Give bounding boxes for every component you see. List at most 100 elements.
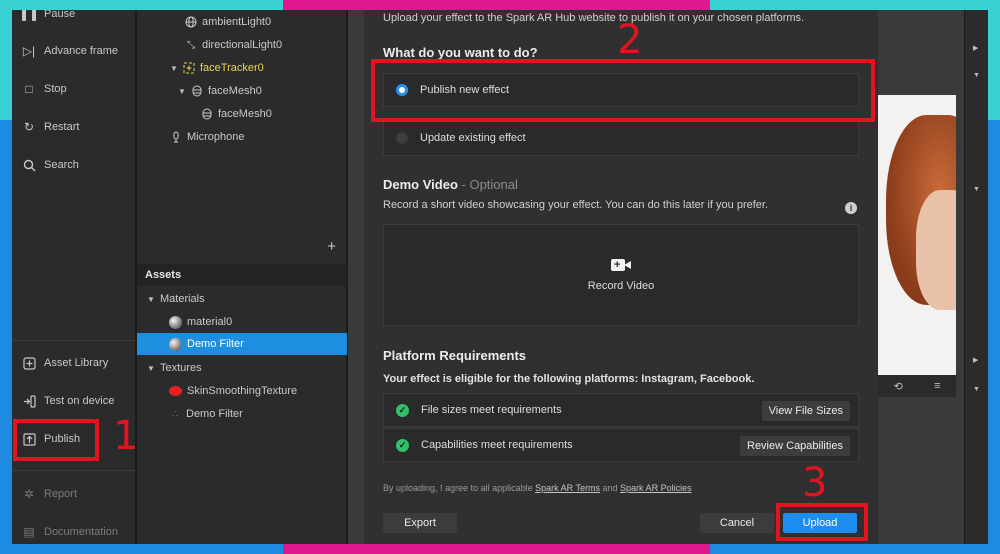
tree-item-microphone[interactable]: Microphone: [170, 128, 244, 146]
collapse-arrow-icon[interactable]: ▼: [170, 64, 178, 73]
asset-item-label: Demo Filter: [187, 338, 244, 350]
texture-thumbnail-icon: ∴: [171, 408, 179, 420]
report-button[interactable]: ✲ Report: [22, 484, 77, 504]
asset-item-label: material0: [187, 316, 233, 328]
toolbar-divider: [12, 340, 136, 341]
face-tracker-icon: [183, 62, 195, 74]
expand-arrow-icon[interactable]: ▶: [973, 356, 978, 364]
check-icon: ✓: [396, 438, 409, 452]
asset-item-label: SkinSmoothingTexture: [187, 385, 298, 397]
export-button[interactable]: Export: [383, 513, 457, 533]
frame-right-border: [988, 10, 1000, 544]
properties-panel: ▶ ▼ ▼ ▶ ▼: [964, 10, 988, 544]
asset-item-demo-filter-texture[interactable]: ∴ Demo Filter: [169, 405, 243, 423]
tree-item-label: Microphone: [187, 131, 245, 143]
highlight-box-publish: [13, 419, 99, 461]
cancel-button[interactable]: Cancel: [700, 513, 774, 533]
microphone-icon: [170, 131, 182, 143]
tree-item-label: ambientLight0: [202, 16, 272, 28]
device-icon: [22, 394, 36, 408]
tree-item-face-mesh-child[interactable]: faceMesh0: [201, 105, 272, 123]
tree-item-label: faceMesh0: [208, 85, 262, 97]
materials-group[interactable]: ▼ Materials: [147, 290, 205, 308]
review-capabilities-button[interactable]: Review Capabilities: [740, 436, 850, 456]
frame-bottom-border: [0, 544, 1000, 554]
collapse-arrow-icon[interactable]: ▼: [973, 186, 980, 193]
spark-ar-policies-link[interactable]: Spark AR Policies: [620, 483, 692, 493]
globe-icon: [185, 16, 197, 28]
restart-label: Restart: [44, 121, 80, 133]
rotate-device-icon[interactable]: ⟲: [894, 380, 903, 393]
view-file-sizes-button[interactable]: View File Sizes: [761, 401, 850, 421]
tree-item-label: faceMesh0: [218, 108, 272, 120]
asset-library-label: Asset Library: [44, 357, 109, 369]
requirement-row-capabilities: ✓ Capabilities meet requirements Review …: [383, 428, 859, 462]
menu-icon[interactable]: ≡: [934, 380, 940, 392]
materials-label: Materials: [160, 293, 205, 305]
requirement-label: Capabilities meet requirements: [421, 439, 573, 451]
search-label: Search: [44, 159, 79, 171]
collapse-arrow-icon[interactable]: ▼: [973, 386, 980, 393]
record-video-label: Record Video: [587, 280, 655, 292]
frame-top-border: [0, 0, 1000, 10]
asset-item-demo-filter-material[interactable]: Demo Filter: [169, 335, 244, 353]
highlight-box-upload: [776, 503, 868, 541]
material-sphere-icon: [169, 337, 182, 351]
preview-face: [916, 190, 956, 310]
directional-light-icon: ⤡: [187, 39, 195, 51]
search-icon: [22, 158, 36, 172]
mesh-icon: [191, 85, 203, 97]
mesh-icon: [201, 108, 213, 120]
tree-item-label: directionalLight0: [202, 39, 283, 51]
tree-item-face-mesh[interactable]: ▼ faceMesh0: [178, 82, 262, 100]
restart-button[interactable]: ↻ Restart: [22, 117, 80, 137]
terms-prefix: By uploading, I agree to all applicable: [383, 483, 533, 493]
demo-video-description: Record a short video showcasing your eff…: [383, 199, 769, 211]
collapse-arrow-icon[interactable]: ▼: [147, 364, 155, 373]
stop-icon: □: [25, 82, 33, 96]
step-number-1: 1: [113, 413, 139, 459]
asset-item-skin-texture[interactable]: SkinSmoothingTexture: [169, 382, 297, 400]
test-on-device-button[interactable]: Test on device: [22, 391, 114, 411]
video-camera-icon: +: [611, 258, 631, 272]
tree-item-face-tracker[interactable]: ▼ faceTracker0: [170, 59, 264, 77]
tree-item-ambient-light[interactable]: ambientLight0: [185, 13, 271, 31]
record-video-button[interactable]: + Record Video: [383, 224, 859, 326]
option-update-existing[interactable]: Update existing effect: [383, 120, 859, 156]
textures-group[interactable]: ▼ Textures: [147, 359, 202, 377]
search-button[interactable]: Search: [22, 155, 79, 175]
documentation-button[interactable]: ▤ Documentation: [22, 522, 118, 542]
spark-ar-terms-link[interactable]: Spark AR Terms: [535, 483, 600, 493]
highlight-box-publish-new: [371, 59, 875, 122]
test-on-device-label: Test on device: [44, 395, 115, 407]
bug-icon: ✲: [23, 487, 35, 501]
collapse-arrow-icon[interactable]: ▼: [973, 72, 980, 79]
asset-item-material0[interactable]: material0: [169, 313, 232, 331]
collapse-arrow-icon[interactable]: ▼: [147, 295, 155, 304]
stop-label: Stop: [44, 83, 67, 95]
advance-frame-icon: ▷|: [22, 44, 36, 58]
add-object-button[interactable]: +: [327, 238, 336, 255]
step-number-2: 2: [617, 17, 643, 63]
report-label: Report: [44, 488, 78, 500]
asset-library-button[interactable]: Asset Library: [22, 353, 108, 373]
advance-frame-button[interactable]: ▷| Advance frame: [22, 41, 118, 61]
radio-unchecked[interactable]: [396, 132, 408, 144]
asset-item-label: Demo Filter: [186, 408, 243, 420]
collapse-arrow-icon[interactable]: ▼: [178, 87, 186, 96]
stop-button[interactable]: □ Stop: [22, 79, 67, 99]
demo-video-title: Demo Video: [383, 177, 458, 192]
step-number-3: 3: [802, 460, 828, 506]
info-icon[interactable]: i: [845, 202, 857, 214]
texture-thumbnail-icon: [169, 386, 182, 396]
assets-header: Assets: [137, 264, 347, 286]
expand-arrow-icon[interactable]: ▶: [973, 44, 978, 52]
left-toolbar: ❚❚ Pause ▷| Advance frame □ Stop ↻ Resta…: [12, 7, 136, 544]
toolbar-divider: [12, 470, 136, 471]
book-icon: ▤: [23, 525, 35, 539]
tree-item-directional-light[interactable]: ⤡ directionalLight0: [185, 36, 282, 54]
asset-library-icon: [22, 356, 36, 370]
textures-label: Textures: [160, 362, 202, 374]
documentation-label: Documentation: [44, 526, 118, 538]
terms-text: By uploading, I agree to all applicable …: [383, 483, 692, 493]
